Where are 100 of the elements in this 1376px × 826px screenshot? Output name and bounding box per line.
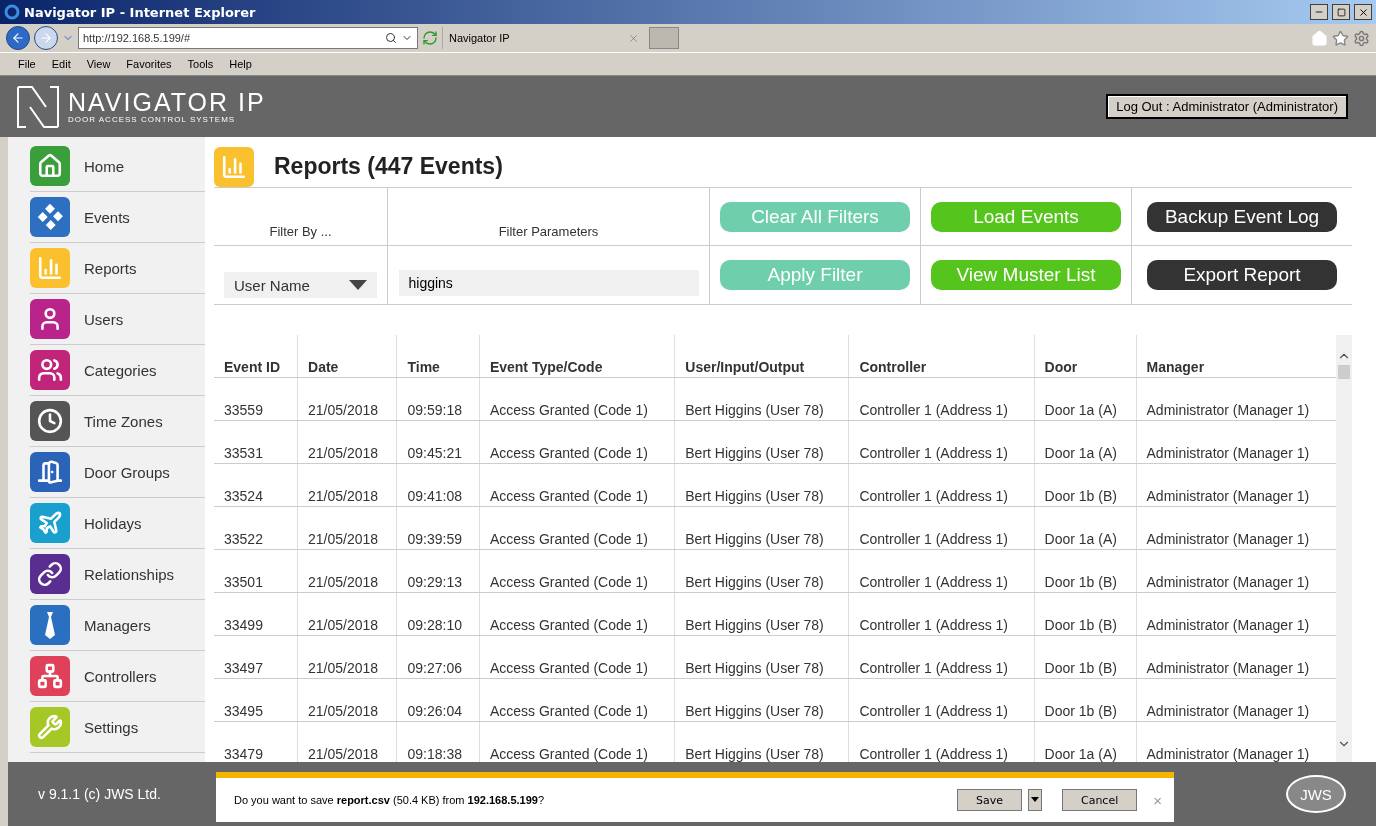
action-button[interactable]: Backup Event Log [1147,201,1337,232]
column-header: Event ID [214,335,298,378]
filter-parameter-input[interactable]: higgins [398,270,699,296]
table-cell: 33495 [214,678,298,722]
minimize-button[interactable] [1310,4,1328,20]
table-cell: 09:29:13 [396,549,480,593]
sidebar-item[interactable]: Events [84,208,130,226]
caret-icon [349,280,367,290]
table-cell: Door 1a (A) [1034,420,1136,464]
table-cell: Controller 1 (Address 1) [848,463,1035,507]
clock-icon[interactable] [30,401,70,441]
download-message: Do you want to save report.csv (50.4 KB) from 192.168.5.199? [234,794,546,806]
plane-icon[interactable] [30,503,70,543]
table-cell: 21/05/2018 [297,463,397,507]
favorites-icon[interactable] [1332,29,1349,47]
table-cell: 09:45:21 [396,420,480,464]
sidebar-item[interactable]: Managers [84,616,151,634]
sidebar-item[interactable]: Home [84,157,124,175]
door-icon[interactable] [30,452,70,492]
menu-item[interactable]: Edit [45,58,77,70]
table-cell: Access Granted (Code 1) [479,549,675,593]
logo-title: NAVIGATOR IP [68,89,266,115]
table-cell: Controller 1 (Address 1) [848,420,1035,464]
back-button[interactable] [6,26,30,50]
save-options-button[interactable] [1027,789,1042,811]
company-logo: JWS [1286,775,1346,813]
table-cell: Bert Higgins (User 78) [674,463,849,507]
user-icon[interactable] [30,299,70,339]
sidebar-item[interactable]: Door Groups [84,463,170,481]
menu-item[interactable]: Help [223,58,258,70]
caret-icon [1029,795,1040,804]
sidebar-item[interactable]: Holidays [84,514,142,532]
home-icon[interactable] [30,146,70,186]
cancel-button[interactable]: Cancel [1061,789,1138,811]
sidebar-item[interactable]: Reports [84,259,137,277]
filter-by-dropdown[interactable]: User Name [224,272,377,298]
settings-icon[interactable] [1353,29,1370,47]
users-icon[interactable] [30,350,70,390]
forward-button[interactable] [34,26,58,50]
address-field[interactable]: http://192.168.5.199/# [78,27,418,49]
table-cell: 09:26:04 [396,678,480,722]
column-header: Time [396,335,480,378]
browser-tab[interactable]: Navigator IP [442,27,645,49]
table-cell: 33522 [214,506,298,550]
scrollbar-thumb[interactable] [1338,365,1350,379]
logout-button[interactable]: Log Out : Administrator (Administrator) [1106,94,1348,119]
table-cell: 33531 [214,420,298,464]
sidebar-item[interactable]: Categories [84,361,157,379]
menu-item[interactable]: View [80,58,117,70]
sidebar-item[interactable]: Settings [84,718,139,736]
menu-item[interactable]: Tools [181,58,220,70]
search-icon[interactable] [385,32,397,44]
diamonds-icon[interactable] [30,197,70,237]
table-cell: Access Granted (Code 1) [479,420,675,464]
column-header: Date [297,335,397,378]
sidebar-item[interactable]: Time Zones [84,412,163,430]
sidebar-item[interactable]: Controllers [84,667,157,685]
table-cell: 09:28:10 [396,592,480,636]
column-header: Event Type/Code [479,335,675,378]
menu-item[interactable]: Favorites [120,58,178,70]
link-icon[interactable] [30,554,70,594]
sidebar-item[interactable]: Relationships [84,565,175,583]
table-cell: Door 1b (B) [1034,635,1136,679]
table-cell: 21/05/2018 [297,549,397,593]
table-cell: 09:59:18 [396,377,480,421]
maximize-button[interactable] [1332,4,1350,20]
table-cell: 21/05/2018 [297,506,397,550]
save-button[interactable]: Save [956,789,1022,811]
close-button[interactable] [1354,4,1372,20]
column-header: User/Input/Output [674,335,849,378]
table-cell: 09:39:59 [396,506,480,550]
sidebar-item[interactable]: Users [84,310,124,328]
table-cell: Bert Higgins (User 78) [674,635,849,679]
table-cell: 33559 [214,377,298,421]
menu-item[interactable]: File [12,58,42,70]
table-cell: 21/05/2018 [297,592,397,636]
scrollbar[interactable] [1336,335,1352,762]
logo-n-icon [16,84,60,129]
filter-by-label: Filter By ... [269,224,332,241]
window-title: Navigator IP - Internet Explorer [24,4,257,20]
table-cell: 21/05/2018 [297,420,397,464]
table-cell: Bert Higgins (User 78) [674,592,849,636]
action-button[interactable]: Export Report [1147,260,1337,290]
table-cell: Door 1b (B) [1034,549,1136,593]
table-cell: 33524 [214,463,298,507]
forward-arrow-icon [39,31,53,45]
table-cell: Controller 1 (Address 1) [848,377,1035,421]
table-cell: Bert Higgins (User 78) [674,377,849,421]
column-header: Door [1034,335,1136,378]
table-cell: Door 1b (B) [1034,678,1136,722]
tie-icon[interactable] [30,605,70,645]
table-cell: 09:41:08 [396,463,480,507]
table-cell: Access Granted (Code 1) [479,635,675,679]
table-cell: 21/05/2018 [297,678,397,722]
table-cell: Controller 1 (Address 1) [848,592,1035,636]
close-icon [1357,6,1369,18]
table-cell: Door 1b (B) [1034,463,1136,507]
network-icon[interactable] [30,656,70,696]
table-cell: Bert Higgins (User 78) [674,549,849,593]
page-title: Reports (447 Events) [274,153,503,180]
